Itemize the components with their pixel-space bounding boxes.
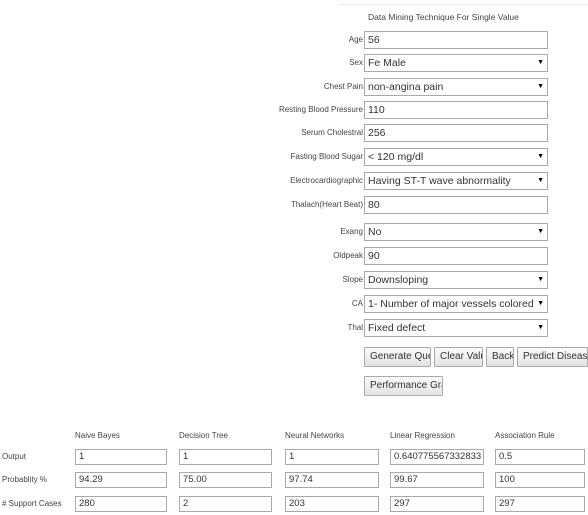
form-row-slope: Slope Downsloping ▼	[0, 271, 588, 289]
form-row-electrocardiographic: Electrocardiographic Having ST-T wave abn…	[0, 172, 588, 190]
form-row-ca: CA 1- Number of major vessels colored by …	[0, 295, 588, 313]
select-exang[interactable]: No ▼	[364, 223, 548, 241]
top-divider	[340, 4, 588, 5]
field-label-serum-cholestral: Serum Cholestral	[301, 128, 363, 137]
input-serum-cholestral[interactable]: 256	[364, 124, 548, 142]
select-slope[interactable]: Downsloping ▼	[364, 271, 548, 289]
select-chest-pain[interactable]: non-angina pain ▼	[364, 78, 548, 96]
column-header: Association Rule	[495, 431, 555, 440]
row-label: Output	[2, 452, 27, 461]
dropdown-arrow-icon[interactable]: ▼	[537, 79, 544, 95]
field-label-oldpeak: Oldpeak	[333, 251, 363, 260]
result-cell[interactable]: 0.5	[495, 449, 585, 465]
result-cell[interactable]: 2	[179, 496, 272, 512]
select-ca[interactable]: 1- Number of major vessels colored by fl…	[364, 295, 548, 313]
form-row-fasting-blood-sugar: Fasting Blood Sugar < 120 mg/dl ▼	[0, 148, 588, 166]
field-label-chest-pain: Chest Pain	[323, 82, 363, 91]
field-label-age: Age	[348, 35, 363, 44]
form-row-exang: Exang No ▼	[0, 223, 588, 241]
form-row-sex: Sex Fe Male ▼	[0, 54, 588, 72]
performance-graph-button[interactable]: Performance Graph	[364, 376, 443, 396]
form-row-oldpeak: Oldpeak 90	[0, 247, 588, 265]
clear-value-button[interactable]: Clear Value	[434, 347, 483, 367]
select-electrocardiographic[interactable]: Having ST-T wave abnormality ▼	[364, 172, 548, 190]
input-thalach-heart-beat[interactable]: 80	[364, 196, 548, 214]
dropdown-arrow-icon[interactable]: ▼	[537, 173, 544, 189]
dropdown-arrow-icon[interactable]: ▼	[537, 149, 544, 165]
input-age[interactable]: 56	[364, 31, 548, 49]
predict-disease-button[interactable]: Predict Disease	[517, 347, 588, 367]
form-row-resting-blood-pressure: Resting Blood Pressure 110	[0, 101, 588, 119]
select-fasting-blood-sugar[interactable]: < 120 mg/dl ▼	[364, 148, 548, 166]
row-label: Probablity %	[2, 475, 47, 484]
selected-value: No	[368, 226, 382, 238]
field-label-exang: Exang	[340, 227, 363, 236]
field-label-resting-blood-pressure: Resting Blood Pressure	[278, 105, 363, 114]
selected-value: Fe Male	[368, 57, 406, 69]
select-sex[interactable]: Fe Male ▼	[364, 54, 548, 72]
form-title: Data Mining Technique For Single Value	[368, 12, 519, 22]
field-label-slope: Slope	[342, 275, 363, 284]
field-label-thalach-heart-beat: Thalach(Heart Beat)	[290, 200, 363, 209]
form-row-serum-cholestral: Serum Cholestral 256	[0, 124, 588, 142]
field-label-fasting-blood-sugar: Fasting Blood Sugar	[290, 152, 364, 161]
field-label-electrocardiographic: Electrocardiographic	[290, 176, 363, 185]
result-cell[interactable]: 99.67	[390, 472, 484, 488]
dropdown-arrow-icon[interactable]: ▼	[537, 296, 544, 312]
result-cell[interactable]: 75.00	[179, 472, 272, 488]
selected-value: 1- Number of major vessels colored by fl…	[368, 298, 534, 310]
dropdown-arrow-icon[interactable]: ▼	[537, 224, 544, 240]
result-cell[interactable]: 100	[495, 472, 585, 488]
result-cell[interactable]: 97.74	[285, 472, 379, 488]
form-row-thal: Thal Fixed defect ▼	[0, 319, 588, 337]
column-header: Naive Bayes	[75, 431, 120, 440]
result-cell[interactable]: 1	[75, 449, 167, 465]
result-cell[interactable]: 203	[285, 496, 379, 512]
generate-query-button[interactable]: Generate Query	[364, 347, 431, 367]
selected-value: non-angina pain	[368, 81, 444, 93]
selected-value: < 120 mg/dl	[368, 151, 424, 163]
selected-value: Having ST-T wave abnormality	[368, 175, 511, 187]
dropdown-arrow-icon[interactable]: ▼	[537, 55, 544, 71]
column-header: Neural Networks	[285, 431, 345, 440]
back-button[interactable]: Back	[486, 347, 514, 367]
result-cell[interactable]: 94.29	[75, 472, 167, 488]
input-oldpeak[interactable]: 90	[364, 247, 548, 265]
result-cell[interactable]: 1	[179, 449, 272, 465]
dropdown-arrow-icon[interactable]: ▼	[537, 320, 544, 336]
selected-value: Downsloping	[368, 274, 429, 286]
field-label-thal: Thal	[347, 323, 363, 332]
selected-value: Fixed defect	[368, 322, 426, 334]
result-cell[interactable]: 297	[390, 496, 484, 512]
select-thal[interactable]: Fixed defect ▼	[364, 319, 548, 337]
form-row-age: Age 56	[0, 31, 588, 49]
result-cell[interactable]: 0.640775567332833	[390, 449, 484, 465]
field-label-sex: Sex	[349, 58, 363, 67]
form-row-thalach-heart-beat: Thalach(Heart Beat) 80	[0, 196, 588, 214]
field-label-ca: CA	[351, 299, 363, 308]
dropdown-arrow-icon[interactable]: ▼	[537, 272, 544, 288]
column-header: Linear Regression	[390, 431, 455, 440]
row-label: # Support Cases	[2, 499, 62, 508]
form-row-chest-pain: Chest Pain non-angina pain ▼	[0, 78, 588, 96]
result-cell[interactable]: 280	[75, 496, 167, 512]
input-resting-blood-pressure[interactable]: 110	[364, 101, 548, 119]
result-cell[interactable]: 1	[285, 449, 379, 465]
result-cell[interactable]: 297	[495, 496, 585, 512]
column-header: Decision Tree	[179, 431, 228, 440]
